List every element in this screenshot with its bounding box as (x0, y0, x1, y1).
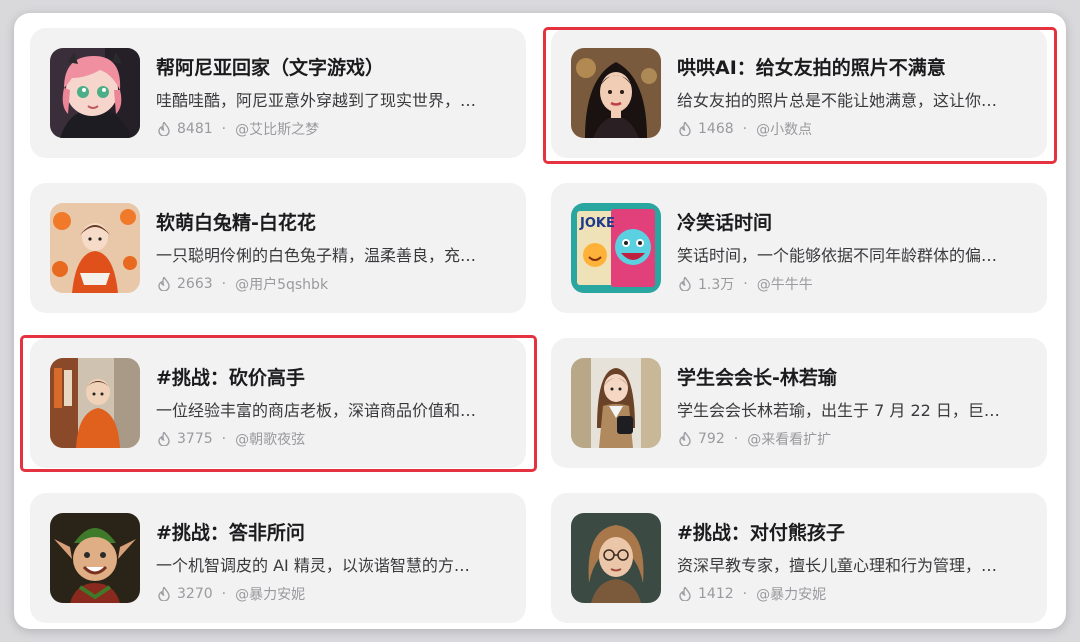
author-link[interactable]: @用户5qshbk (235, 274, 328, 294)
bot-title: 软萌白兔精-白花花 (156, 212, 316, 234)
bot-avatar-joke: JOKE (571, 203, 661, 293)
fire-icon (679, 122, 691, 136)
fire-icon (158, 122, 170, 136)
bot-avatar-rabbit (50, 203, 140, 293)
popularity-count: 3775 (177, 431, 213, 447)
bot-card[interactable]: #挑战：对付熊孩子 资深早教专家，擅长儿童心理和行为管理，… 1412 · @暴… (551, 493, 1047, 623)
bot-card[interactable]: 学生会会长-林若瑜 学生会会长林若瑜，出生于 7 月 22 日，巨… 792 ·… (551, 338, 1047, 468)
bot-card[interactable]: JOKE 冷笑话时间 笑话时间，一个能够依据不同年龄群体的偏… 1.3万 · @… (551, 183, 1047, 313)
popularity-count: 1412 (698, 586, 734, 602)
bot-title: #挑战：对付熊孩子 (677, 522, 845, 544)
bot-description: 一只聪明伶俐的白色兔子精，温柔善良，充… (156, 246, 477, 265)
author-link[interactable]: @暴力安妮 (756, 584, 826, 604)
bot-card[interactable]: #挑战：砍价高手 一位经验丰富的商店老板，深谙商品价值和… 3775 · @朝歌… (30, 338, 526, 468)
bot-avatar-elf (50, 513, 140, 603)
bot-title: 帮阿尼亚回家（文字游戏） (156, 57, 385, 79)
author-link[interactable]: @小数点 (756, 119, 812, 139)
bot-meta: 2663 · @用户5qshbk (158, 274, 328, 294)
bot-card[interactable]: 软萌白兔精-白花花 一只聪明伶俐的白色兔子精，温柔善良，充… 2663 · @用… (30, 183, 526, 313)
author-link[interactable]: @暴力安妮 (235, 584, 305, 604)
bot-meta: 1412 · @暴力安妮 (679, 584, 826, 604)
meta-separator: · (742, 586, 748, 602)
bot-meta: 1.3万 · @牛牛牛 (679, 274, 813, 294)
bot-description: 哇酷哇酷，阿尼亚意外穿越到了现实世界，… (156, 91, 477, 110)
joke-poster-text: JOKE (579, 216, 615, 231)
bot-avatar-teacher (571, 513, 661, 603)
meta-separator: · (221, 121, 227, 137)
bot-card[interactable]: #挑战：答非所问 一个机智调皮的 AI 精灵，以诙谐智慧的方… 3270 · @… (30, 493, 526, 623)
bot-title: #挑战：答非所问 (156, 522, 305, 544)
author-link[interactable]: @艾比斯之梦 (235, 119, 319, 139)
meta-separator: · (743, 276, 748, 292)
bot-description: 一位经验丰富的商店老板，深谙商品价值和… (156, 401, 477, 420)
author-link[interactable]: @来看看扩扩 (747, 429, 831, 449)
bot-meta: 3270 · @暴力安妮 (158, 584, 305, 604)
bot-meta: 792 · @来看看扩扩 (679, 429, 831, 449)
bot-grid-window: 帮阿尼亚回家（文字游戏） 哇酷哇酷，阿尼亚意外穿越到了现实世界，… 8481 ·… (14, 13, 1066, 629)
bot-description: 一个机智调皮的 AI 精灵，以诙谐智慧的方… (156, 556, 470, 575)
bot-title: 冷笑话时间 (677, 212, 773, 234)
meta-separator: · (742, 121, 748, 137)
meta-separator: · (221, 431, 227, 447)
bot-meta: 3775 · @朝歌夜弦 (158, 429, 305, 449)
bot-description: 学生会会长林若瑜，出生于 7 月 22 日，巨… (677, 401, 1000, 420)
bot-avatar-student-president (571, 358, 661, 448)
bot-description: 资深早教专家，擅长儿童心理和行为管理，… (677, 556, 998, 575)
meta-separator: · (733, 431, 739, 447)
meta-separator: · (221, 586, 227, 602)
fire-icon (679, 277, 691, 291)
popularity-count: 3270 (177, 586, 213, 602)
bot-title: 哄哄AI：给女友拍的照片不满意 (677, 57, 946, 79)
bot-meta: 8481 · @艾比斯之梦 (158, 119, 319, 139)
bot-title: 学生会会长-林若瑜 (677, 367, 837, 389)
bot-card[interactable]: 帮阿尼亚回家（文字游戏） 哇酷哇酷，阿尼亚意外穿越到了现实世界，… 8481 ·… (30, 28, 526, 158)
meta-separator: · (221, 276, 227, 292)
fire-icon (679, 587, 691, 601)
popularity-count: 1.3万 (698, 277, 735, 293)
bot-card[interactable]: 哄哄AI：给女友拍的照片不满意 给女友拍的照片总是不能让她满意，这让你… 146… (551, 28, 1047, 158)
author-link[interactable]: @朝歌夜弦 (235, 429, 305, 449)
bot-avatar-girlfriend (571, 48, 661, 138)
popularity-count: 792 (698, 431, 725, 447)
bot-meta: 1468 · @小数点 (679, 119, 812, 139)
bot-avatar-shopkeeper (50, 358, 140, 448)
bot-description: 笑话时间，一个能够依据不同年龄群体的偏… (677, 246, 998, 265)
fire-icon (158, 587, 170, 601)
fire-icon (158, 277, 170, 291)
popularity-count: 1468 (698, 121, 734, 137)
fire-icon (679, 432, 691, 446)
author-link[interactable]: @牛牛牛 (757, 274, 813, 294)
popularity-count: 8481 (177, 121, 213, 137)
fire-icon (158, 432, 170, 446)
bot-description: 给女友拍的照片总是不能让她满意，这让你… (677, 91, 998, 110)
popularity-count: 2663 (177, 276, 213, 292)
bot-title: #挑战：砍价高手 (156, 367, 305, 389)
bot-avatar-anya (50, 48, 140, 138)
